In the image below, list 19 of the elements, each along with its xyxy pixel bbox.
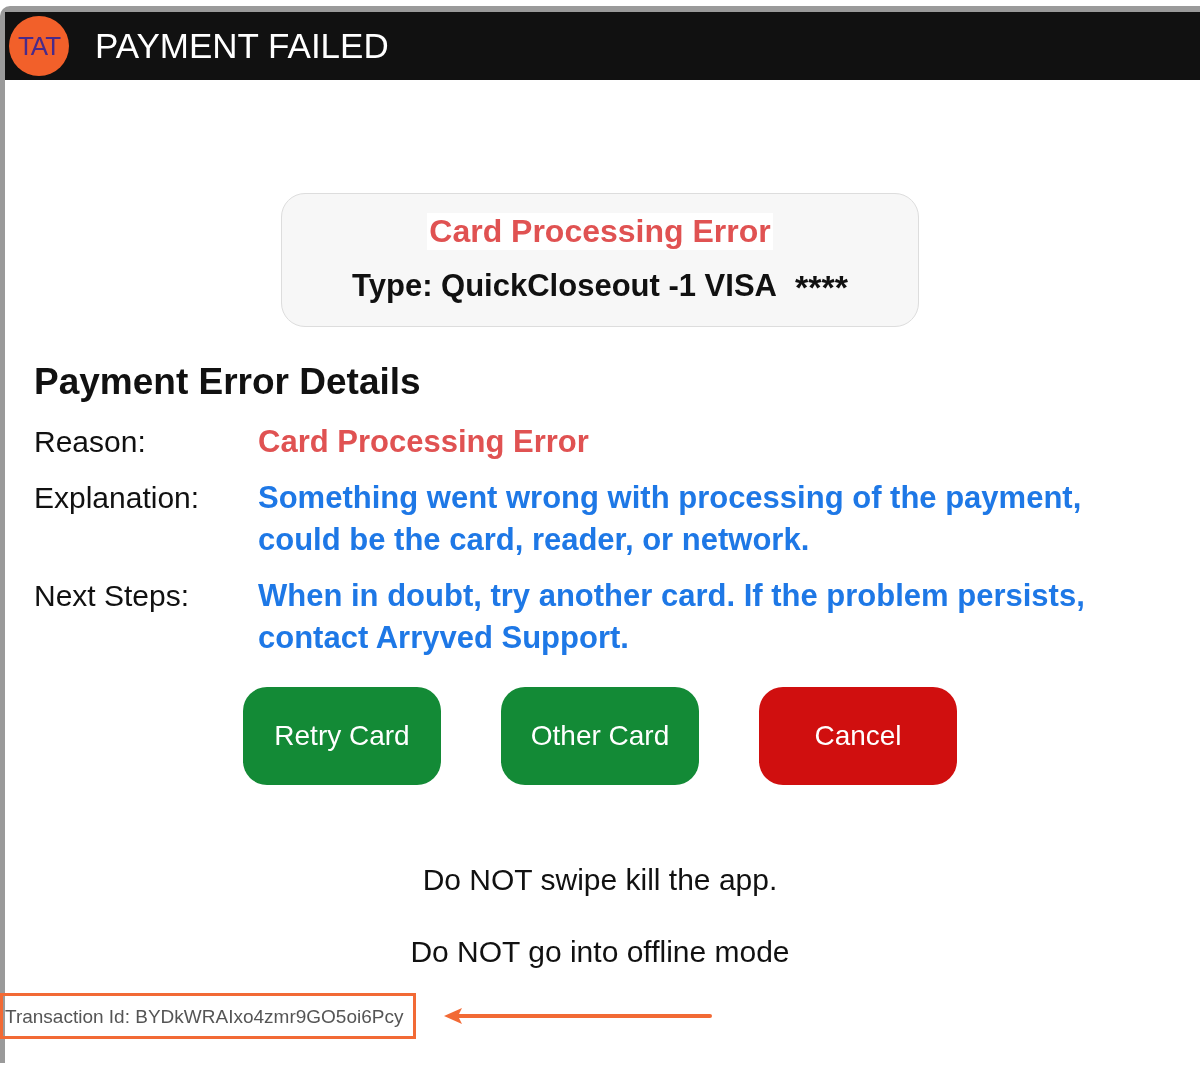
error-title: Card Processing Error [427, 213, 773, 250]
detail-value: When in doubt, try another card. If the problem persists, contact Arryved Support. [258, 577, 1086, 657]
logo: TAT [9, 16, 69, 76]
transaction-id: Transaction Id: BYDkWRAIxo4zmr9GO5oi6Pcy [0, 993, 417, 1039]
card-button[interactable]: Retry Card [243, 687, 441, 785]
section-heading: Payment Error Details [34, 361, 422, 403]
arrow-icon [442, 1006, 715, 1026]
warning-text: Do NOT go into offline mode [410, 935, 790, 969]
card-type: Type: QuickCloseout -1 VISA [352, 268, 777, 305]
screen-title: PAYMENT FAILED [95, 26, 389, 66]
detail-label: Explanation: [34, 480, 201, 516]
masked-card-number: **** [794, 268, 848, 307]
cancel-button[interactable]: Cancel [759, 687, 957, 785]
detail-label: Reason: [34, 424, 147, 460]
detail-label: Next Steps: [34, 578, 191, 614]
warning-text: Do NOT swipe kill the app. [422, 863, 778, 897]
detail-value: Something went wrong with processing of the payment, could be the card, reader, or network. [258, 479, 1083, 559]
detail-value: Card Processing Error [258, 423, 589, 461]
card-button[interactable]: Other Card [501, 687, 699, 785]
